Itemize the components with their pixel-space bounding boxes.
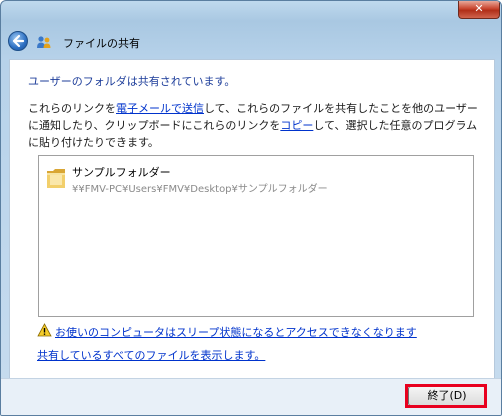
share-description: これらのリンクを電子メールで送信して、これらのファイルを共有したことを他のユーザ… — [28, 100, 483, 151]
annotation-highlight-box — [405, 384, 487, 408]
dialog-window: ✕ ファイルの共有 ユーザーのフォルダは共有されています。 これらのリンクを電子… — [0, 0, 502, 416]
desc-text-1: これらのリンクを — [28, 102, 116, 115]
show-all-shared-files-link[interactable]: 共有しているすべてのファイルを表示します。 — [37, 347, 265, 363]
copy-link[interactable]: コピー — [280, 119, 313, 132]
close-icon: ✕ — [474, 2, 484, 15]
nav-bar: ファイルの共有 — [1, 27, 501, 57]
shared-files-list[interactable]: サンプルフォルダー ¥¥FMV-PC¥Users¥FMV¥Desktop¥サンプ… — [38, 155, 474, 317]
back-arrow-icon — [12, 34, 25, 48]
shared-item-name: サンプルフォルダー — [72, 166, 171, 179]
shared-status-headline: ユーザーのフォルダは共有されています。 — [28, 75, 236, 88]
shared-item-path: ¥¥FMV-PC¥Users¥FMV¥Desktop¥サンプルフォルダー — [72, 184, 328, 195]
back-button[interactable] — [8, 31, 28, 51]
window-title: ファイルの共有 — [63, 37, 140, 50]
sleep-warning-link[interactable]: お使いのコンピュータはスリープ状態になるとアクセスできなくなります — [55, 324, 417, 340]
email-link[interactable]: 電子メールで送信 — [116, 102, 204, 115]
folder-icon — [47, 169, 65, 188]
sharing-users-icon — [37, 36, 51, 48]
close-button[interactable]: ✕ — [458, 1, 500, 19]
warning-icon — [37, 323, 52, 337]
